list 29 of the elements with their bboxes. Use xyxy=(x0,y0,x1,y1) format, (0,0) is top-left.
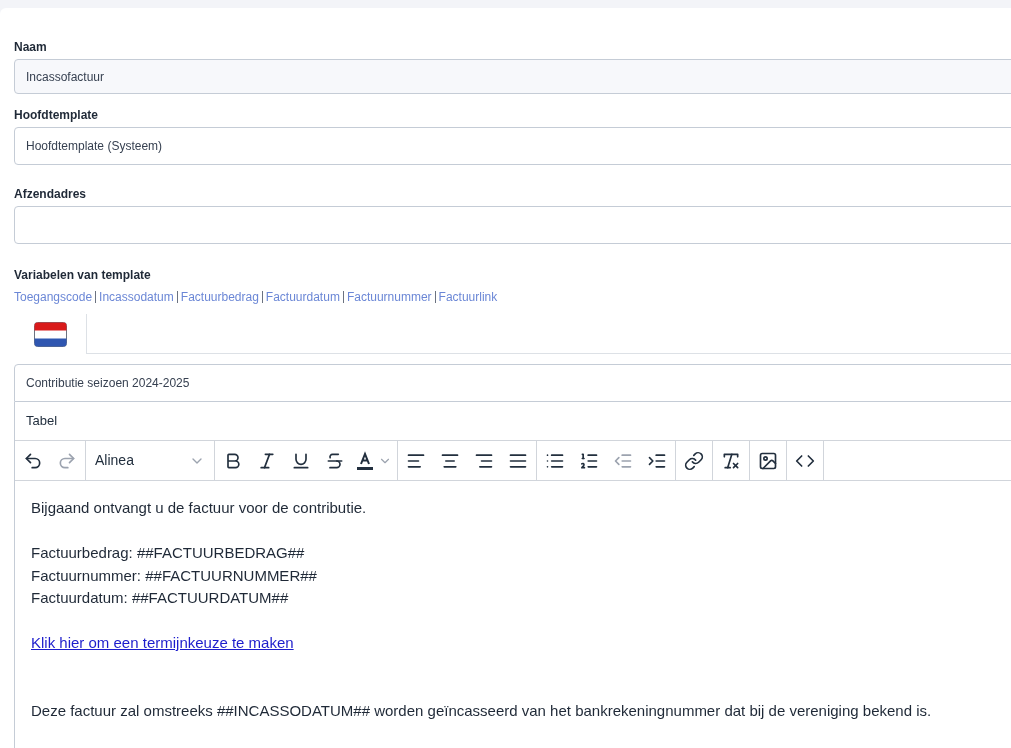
format-select[interactable]: Alinea xyxy=(87,445,213,476)
link-icon xyxy=(684,450,704,471)
field-label: Afzendadres xyxy=(14,186,88,203)
variable-link[interactable]: Factuurdatum xyxy=(265,288,340,306)
field-label: Hoofdtemplate xyxy=(14,107,99,124)
field-label: Naam xyxy=(14,39,48,56)
text-field[interactable]: Hoofdtemplate (Systeem) xyxy=(14,127,1011,165)
body-text: Deze factuur zal omstreeks ##INCASSODATUM## worden geïncasseerd van het bankrekeningnummer dat bij de vereniging bekend is. xyxy=(31,700,933,721)
redo-icon xyxy=(57,450,77,471)
variables-label: Variabelen van template xyxy=(14,267,152,284)
body-text: Factuurdatum: ##FACTUURDATUM## xyxy=(31,588,290,608)
body-text: Factuurbedrag: ##FACTUURBEDRAG## xyxy=(31,543,306,563)
text-color-icon xyxy=(356,450,374,471)
undo-icon xyxy=(23,450,43,471)
variable-link[interactable]: Factuurnummer xyxy=(346,288,432,306)
variable-link[interactable]: Factuurlink xyxy=(438,288,498,306)
dutch-flag-icon xyxy=(33,321,67,347)
text-field[interactable]: Incassofactuur xyxy=(14,59,1011,94)
italic-icon xyxy=(257,450,277,471)
body-text: Bijgaand ontvangt u de factuur voor de contributie. xyxy=(31,498,368,518)
table-menu[interactable]: Tabel xyxy=(26,411,58,431)
variable-link[interactable]: Factuurbedrag xyxy=(180,288,259,306)
variable-link[interactable]: Toegangscode xyxy=(14,288,93,306)
body-text: Factuurnummer: ##FACTUURNUMMER## xyxy=(31,565,318,586)
image-icon xyxy=(758,450,778,471)
text-field[interactable] xyxy=(14,206,1011,244)
variable-link[interactable]: Incassodatum xyxy=(99,288,174,306)
subject-field[interactable]: Contributie seizoen 2024-2025 xyxy=(14,364,1011,402)
body-link[interactable]: Klik hier om een termijnkeuze te maken xyxy=(31,634,294,651)
